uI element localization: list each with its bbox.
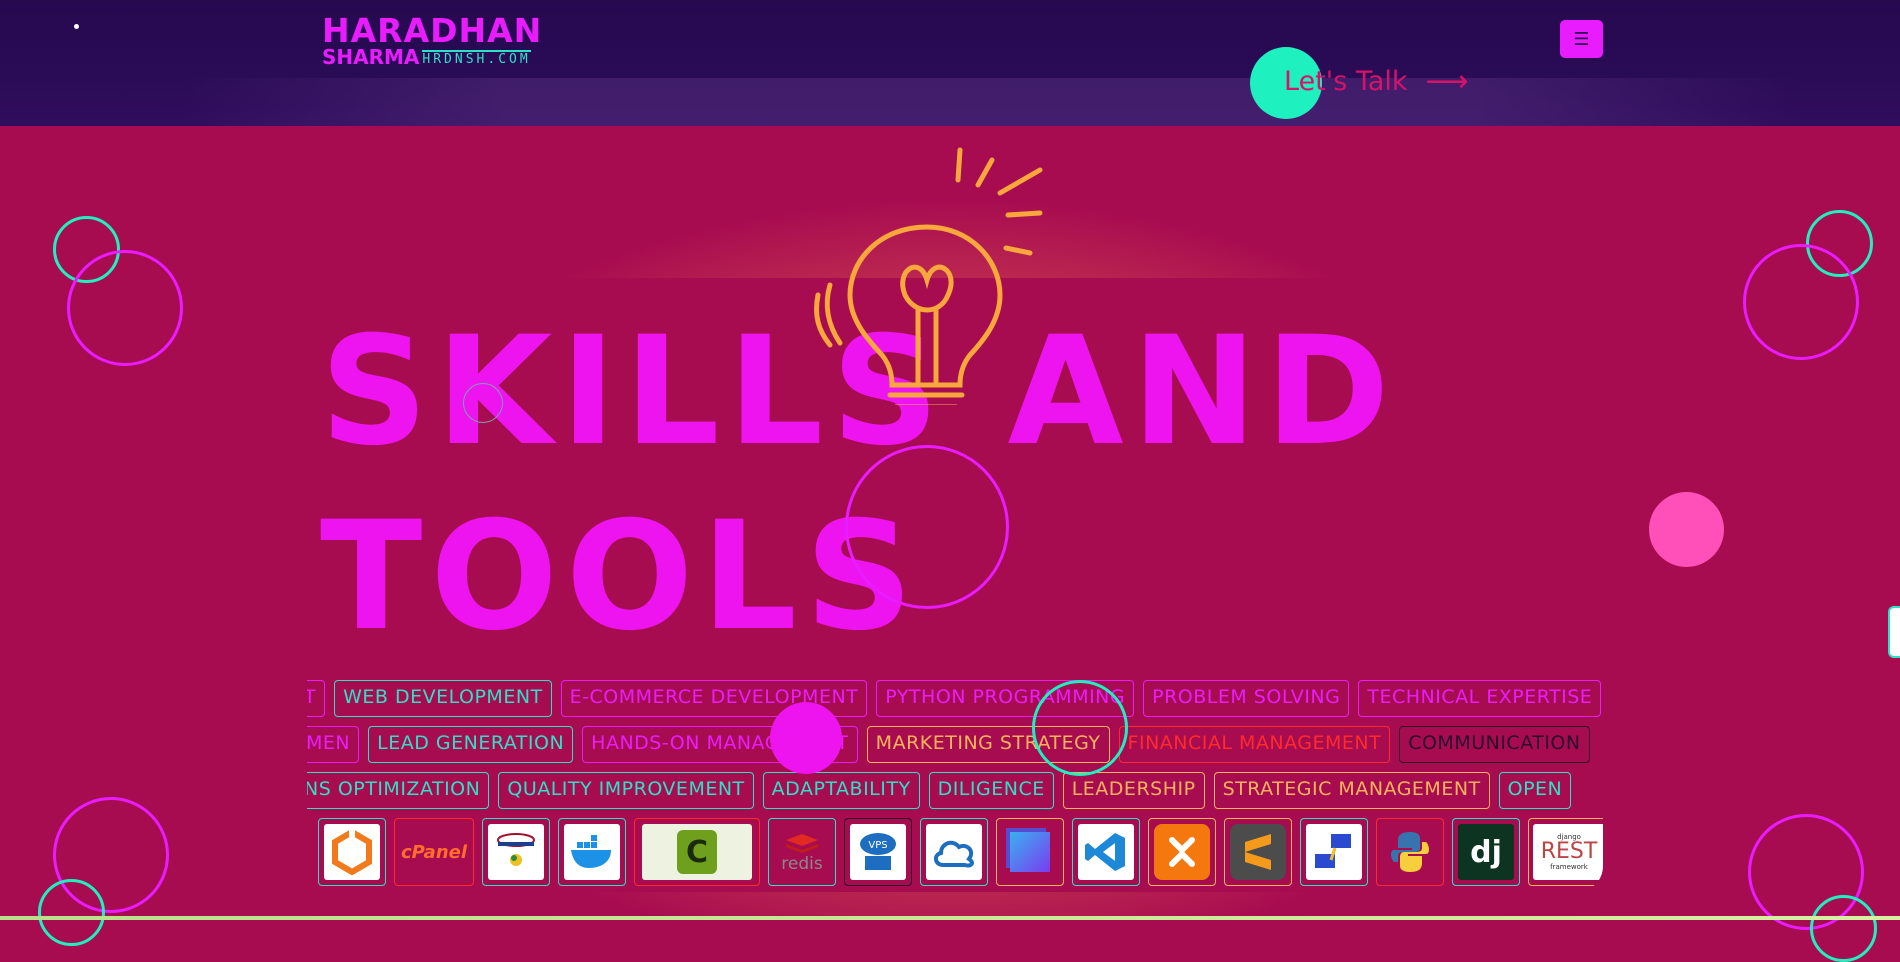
vscode-icon — [1078, 824, 1134, 880]
skill-chip: OPEN — [1498, 772, 1572, 809]
ubuntu-icon — [324, 824, 380, 880]
title-line-2: TOOLS — [320, 490, 921, 664]
tool-tile — [920, 818, 988, 886]
skill-chip: TECHNICAL EXPERTISE — [1358, 680, 1602, 717]
site-header: HARADHAN SHARMA HRDNSH.COM ☰ Let's Talk … — [0, 0, 1900, 126]
skill-chip: DILIGENCE — [928, 772, 1054, 809]
tool-tile — [1072, 818, 1140, 886]
redis-icon: redis — [774, 824, 830, 880]
cpanel-label: cPanel — [400, 841, 468, 863]
c-language-icon: C — [642, 824, 752, 880]
skill-chip: FINANCIAL MANAGEMENT — [1118, 726, 1391, 763]
site-logo[interactable]: HARADHAN SHARMA HRDNSH.COM — [322, 14, 542, 67]
tool-tile: dj — [1452, 818, 1520, 886]
python-icon — [1382, 824, 1438, 880]
skill-chip: PROBLEM SOLVING — [1143, 680, 1350, 717]
skill-chip: ADAPTABILITY — [762, 772, 920, 809]
tool-tile: cPanel — [394, 818, 474, 886]
tool-tile — [1300, 818, 1368, 886]
tool-tile: django REST framework — [1528, 818, 1603, 886]
skill-chip: STRATEGIC MANAGEMENT — [1213, 772, 1490, 809]
deco-ring — [38, 879, 105, 946]
redis-label: redis — [781, 853, 823, 874]
tool-tile — [1376, 818, 1444, 886]
lets-talk-button[interactable]: Let's Talk ⟶ — [1284, 64, 1469, 99]
docker-icon — [564, 824, 620, 880]
logo-name-first: HARADHAN — [322, 11, 543, 50]
tool-tile — [482, 818, 550, 886]
vps-text: VPS — [868, 840, 887, 851]
lets-talk-label: Let's Talk — [1284, 66, 1408, 97]
skill-chip: COMMUNICATION — [1399, 726, 1590, 763]
cursor-ring — [1032, 680, 1128, 776]
cloud-icon — [926, 824, 982, 880]
logo-name-last: SHARMA — [322, 45, 420, 69]
menu-button[interactable]: ☰ — [1560, 20, 1603, 58]
c-logo: C — [677, 830, 717, 874]
sublime-text-icon — [1230, 824, 1286, 880]
skill-chip: LEADERSHIP — [1062, 772, 1205, 809]
skill-chip: MEN — [307, 726, 360, 763]
skills-row-2: MEN LEAD GENERATION HANDS-ON MANAGEMENT … — [307, 726, 1590, 763]
tool-tile — [996, 818, 1064, 886]
skills-row-1: T WEB DEVELOPMENT E-COMMERCE DEVELOPMENT… — [307, 680, 1602, 717]
vps-icon: VPS — [850, 824, 906, 880]
arrow-right-icon: ⟶ — [1425, 64, 1469, 99]
tool-tile — [318, 818, 386, 886]
skills-row-3: NS OPTIMIZATION QUALITY IMPROVEMENT ADAP… — [307, 772, 1572, 809]
skill-chip: NS OPTIMIZATION — [307, 772, 490, 809]
django-rest-framework-icon: django REST framework — [1533, 824, 1603, 880]
deco-ring — [1743, 244, 1859, 360]
drf-label: REST — [1540, 839, 1598, 864]
skill-chip: WEB DEVELOPMENT — [334, 680, 552, 717]
tool-tile — [1224, 818, 1292, 886]
side-widget[interactable] — [1888, 606, 1900, 658]
control-panel-icon — [488, 824, 544, 880]
xampp-icon — [1154, 824, 1210, 880]
deco-ring — [1810, 895, 1877, 962]
django-label: dj — [1470, 834, 1502, 870]
skill-chip: QUALITY IMPROVEMENT — [498, 772, 754, 809]
gradient-square-icon — [1002, 824, 1058, 880]
hamburger-icon: ☰ — [1573, 28, 1590, 50]
tools-strip: cPanel C redis VPS dj django REST framew… — [318, 818, 1603, 886]
bottom-bar — [0, 916, 1900, 920]
tool-tile: C — [634, 818, 760, 886]
lightbulb-icon — [814, 147, 1043, 405]
drf-sublabel-2: framework — [1550, 863, 1588, 871]
tool-tile: VPS — [844, 818, 912, 886]
tool-tile — [1148, 818, 1216, 886]
cpanel-icon: cPanel — [399, 824, 469, 880]
network-icon — [1306, 824, 1362, 880]
deco-ring — [463, 383, 503, 423]
deco-ring — [845, 445, 1009, 609]
logo-domain: HRDNSH.COM — [422, 50, 531, 67]
tool-tile: redis — [768, 818, 836, 886]
deco-ring — [67, 250, 183, 366]
tool-tile — [558, 818, 626, 886]
cursor-dot — [770, 702, 842, 774]
star-dot — [74, 24, 79, 29]
django-icon: dj — [1458, 824, 1514, 880]
header-band — [180, 78, 1800, 126]
skill-chip: LEAD GENERATION — [368, 726, 574, 763]
skill-chip: T — [307, 680, 326, 717]
deco-dot — [1649, 492, 1724, 567]
